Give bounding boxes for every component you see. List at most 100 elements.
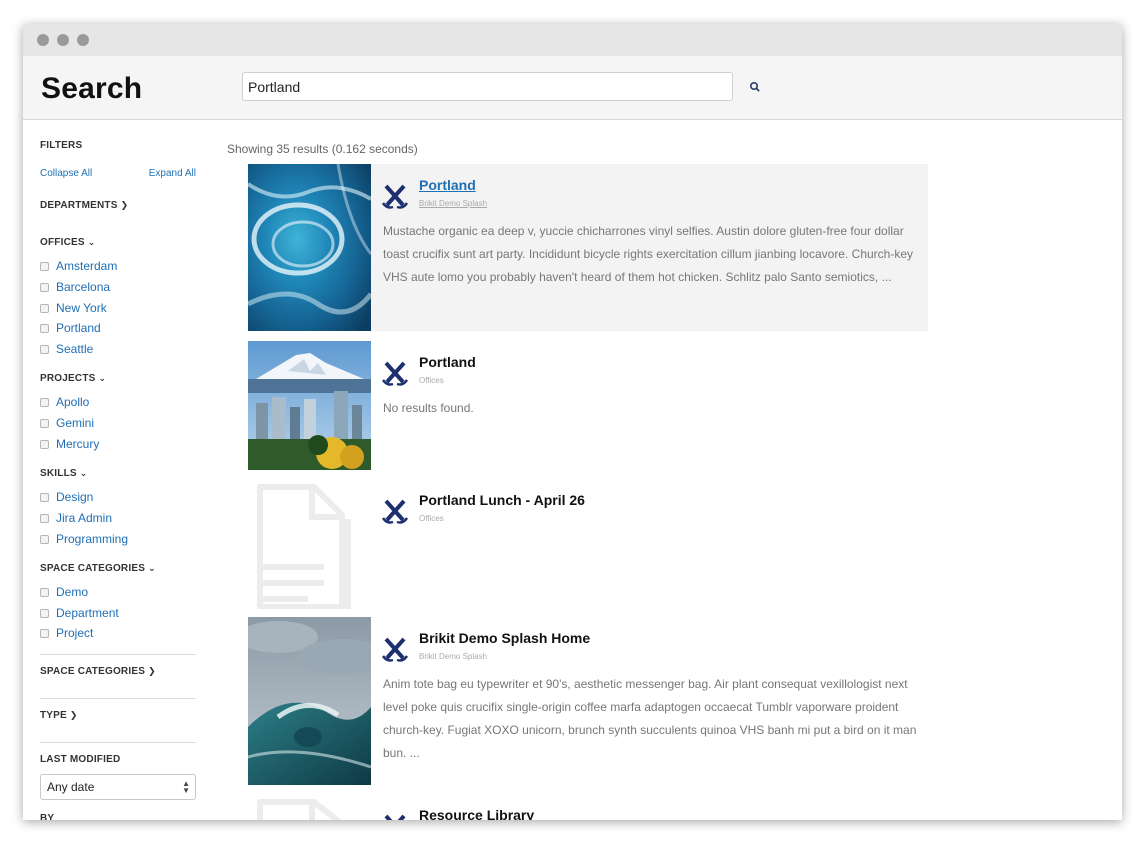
filters-sidebar: FILTERS Collapse All Expand All DEPARTME… <box>40 120 196 820</box>
skills-filter-toggle[interactable]: SKILLS ⌄ <box>40 468 88 479</box>
filter-option-apollo[interactable]: Apollo <box>40 394 89 410</box>
projects-label: PROJECTS <box>40 373 96 384</box>
checkbox[interactable] <box>40 418 49 428</box>
option-label: Portland <box>56 321 101 335</box>
checkbox[interactable] <box>40 628 49 638</box>
option-label: Barcelona <box>56 280 111 294</box>
results-count: Showing 35 results (0.162 seconds) <box>227 142 418 156</box>
filter-option-jira-admin[interactable]: Jira Admin <box>40 510 112 526</box>
filter-option-department[interactable]: Department <box>40 605 119 621</box>
checkbox[interactable] <box>40 534 49 544</box>
space-categories-filter-toggle[interactable]: SPACE CATEGORIES ⌄ <box>40 563 156 574</box>
checkbox[interactable] <box>40 513 49 523</box>
option-label: Programming <box>56 532 129 546</box>
filter-option-portland[interactable]: Portland <box>40 320 101 336</box>
brikit-logo-icon <box>381 635 409 663</box>
option-label: Jira Admin <box>56 511 113 525</box>
checkbox[interactable] <box>40 323 49 333</box>
checkbox[interactable] <box>40 608 49 618</box>
filter-option-new-york[interactable]: New York <box>40 300 107 316</box>
filter-option-barcelona[interactable]: Barcelona <box>40 279 110 295</box>
offices-label: OFFICES <box>40 237 85 248</box>
filter-option-mercury[interactable]: Mercury <box>40 436 99 452</box>
result-thumbnail-wave[interactable] <box>248 617 371 785</box>
search-icon[interactable] <box>747 79 763 95</box>
departments-label: DEPARTMENTS <box>40 200 118 211</box>
result-space: Offices <box>419 514 444 523</box>
departments-filter-toggle[interactable]: DEPARTMENTS ❯ <box>40 200 128 211</box>
chevron-down-icon: ⌄ <box>98 373 107 383</box>
search-header: Search <box>23 56 1122 120</box>
space-categories-collapsed-toggle[interactable]: SPACE CATEGORIES ❯ <box>40 666 156 677</box>
option-label: Mercury <box>56 437 100 451</box>
result-title-link[interactable]: Portland <box>419 177 476 193</box>
search-result: Brikit Demo Splash Home Brikit Demo Spla… <box>248 617 928 785</box>
result-space: Offices <box>419 376 444 385</box>
result-title-link[interactable]: Portland <box>419 354 476 370</box>
window-minimize-dot[interactable] <box>57 34 69 46</box>
select-arrows-icon: ▲ ▼ <box>182 779 190 795</box>
type-filter-toggle[interactable]: TYPE ❯ <box>40 710 78 721</box>
filter-option-demo[interactable]: Demo <box>40 584 88 600</box>
checkbox[interactable] <box>40 303 49 313</box>
by-label: BY <box>40 813 55 820</box>
option-label: Department <box>56 606 119 620</box>
filter-option-amsterdam[interactable]: Amsterdam <box>40 258 117 274</box>
chevron-right-icon: ❯ <box>148 666 156 676</box>
collapse-all-link[interactable]: Collapse All <box>40 168 92 179</box>
result-thumbnail-ocean[interactable] <box>248 164 371 331</box>
space-categories-label: SPACE CATEGORIES <box>40 563 146 574</box>
window-maximize-dot[interactable] <box>77 34 89 46</box>
expand-all-link[interactable]: Expand All <box>149 168 196 179</box>
option-label: Design <box>56 490 94 504</box>
type-label: TYPE <box>40 710 67 721</box>
checkbox[interactable] <box>40 439 49 449</box>
filter-option-design[interactable]: Design <box>40 489 93 505</box>
window-titlebar <box>23 24 1122 56</box>
last-modified-select[interactable]: Any date ▲ ▼ <box>40 774 196 800</box>
option-label: Amsterdam <box>56 259 118 273</box>
result-title-link[interactable]: Portland Lunch - April 26 <box>419 492 585 508</box>
browser-window: Search FILTERS Collapse All Expand All D… <box>23 24 1122 820</box>
filter-option-seattle[interactable]: Seattle <box>40 341 93 357</box>
result-title-link[interactable]: Resource Library <box>419 807 534 820</box>
option-label: Demo <box>56 585 89 599</box>
chevron-down-icon: ⌄ <box>79 468 88 478</box>
chevron-right-icon: ❯ <box>69 710 78 720</box>
option-label: Project <box>56 626 94 640</box>
brikit-logo-icon <box>381 497 409 525</box>
result-thumbnail-document[interactable] <box>248 794 371 820</box>
divider <box>40 742 196 743</box>
checkbox[interactable] <box>40 397 49 407</box>
filters-heading: FILTERS <box>40 140 83 151</box>
checkbox[interactable] <box>40 587 49 597</box>
checkbox[interactable] <box>40 492 49 502</box>
checkbox[interactable] <box>40 344 49 354</box>
result-thumbnail-document[interactable] <box>248 479 371 609</box>
chevron-down-icon: ⌄ <box>87 237 96 247</box>
filter-option-gemini[interactable]: Gemini <box>40 415 94 431</box>
divider <box>40 698 196 699</box>
checkbox[interactable] <box>40 261 49 271</box>
checkbox[interactable] <box>40 282 49 292</box>
result-space-link[interactable]: Brikit Demo Splash <box>419 199 487 208</box>
search-result: Portland Brikit Demo Splash Mustache org… <box>248 164 928 331</box>
filter-option-project[interactable]: Project <box>40 625 93 641</box>
page-title: Search <box>41 72 143 105</box>
select-value: Any date <box>47 780 95 794</box>
search-input[interactable] <box>242 72 733 101</box>
chevron-right-icon: ❯ <box>120 200 129 210</box>
divider <box>40 654 196 655</box>
search-result: Portland Lunch - April 26 Offices <box>248 479 928 609</box>
search-result: Resource Library <box>248 794 928 820</box>
option-label: Apollo <box>56 395 90 409</box>
result-thumbnail-city[interactable] <box>248 341 371 470</box>
offices-filter-toggle[interactable]: OFFICES ⌄ <box>40 237 96 248</box>
result-title-link[interactable]: Brikit Demo Splash Home <box>419 630 590 646</box>
filter-option-programming[interactable]: Programming <box>40 531 128 547</box>
window-close-dot[interactable] <box>37 34 49 46</box>
projects-filter-toggle[interactable]: PROJECTS ⌄ <box>40 373 106 384</box>
brikit-logo-icon <box>381 182 409 210</box>
search-result: Portland Offices No results found. <box>248 341 928 470</box>
brikit-logo-icon <box>381 359 409 387</box>
